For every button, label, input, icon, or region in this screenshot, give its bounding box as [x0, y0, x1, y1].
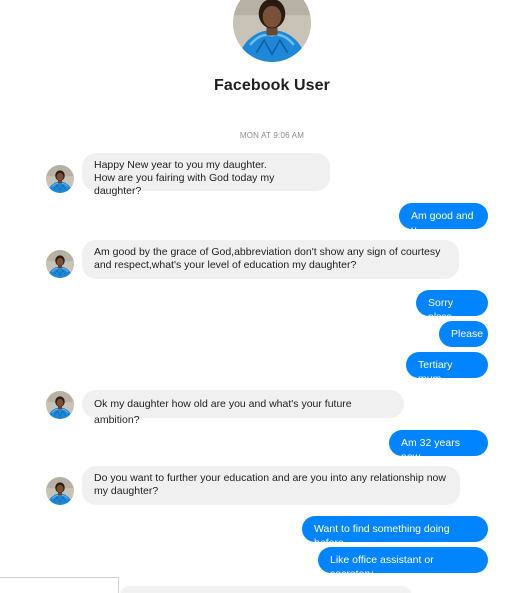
sender-photo-icon — [46, 391, 74, 419]
outgoing-message[interactable]: Like office assistant or secretary — [318, 547, 488, 580]
sender-avatar[interactable] — [46, 250, 74, 278]
sender-photo-icon — [46, 477, 74, 505]
outgoing-message[interactable]: Am good and u — [399, 203, 488, 236]
incoming-message[interactable]: Do you want to further your education an… — [82, 466, 460, 505]
sender-photo-icon — [46, 165, 74, 193]
incoming-message[interactable]: Ok my daughter how old are you and what'… — [82, 390, 404, 426]
sender-avatar[interactable] — [46, 477, 74, 505]
incoming-message[interactable]: Happy New year to you my daughter. How a… — [82, 153, 330, 197]
outgoing-message[interactable]: Tertiary mum — [406, 352, 488, 385]
profile-name[interactable]: Facebook User — [0, 77, 526, 95]
incoming-message-partial — [120, 586, 412, 593]
chat-screen: Facebook User MON AT 9:06 AM Happy New y… — [0, 0, 526, 593]
sender-photo-icon — [46, 250, 74, 278]
reply-input-fragment[interactable] — [0, 577, 119, 593]
message-timestamp: MON AT 9:06 AM — [239, 131, 305, 140]
profile-photo-icon — [233, 0, 311, 62]
outgoing-message[interactable]: Sorry plsss — [416, 290, 488, 323]
sender-avatar[interactable] — [46, 391, 74, 419]
profile-avatar[interactable] — [233, 0, 311, 62]
incoming-message[interactable]: Am good by the grace of God,abbreviation… — [82, 240, 459, 279]
outgoing-message[interactable]: Please — [439, 321, 488, 347]
sender-avatar[interactable] — [46, 165, 74, 193]
outgoing-message[interactable]: Am 32 years now — [389, 430, 488, 463]
outgoing-message[interactable]: Want to find something doing before — [302, 516, 488, 549]
